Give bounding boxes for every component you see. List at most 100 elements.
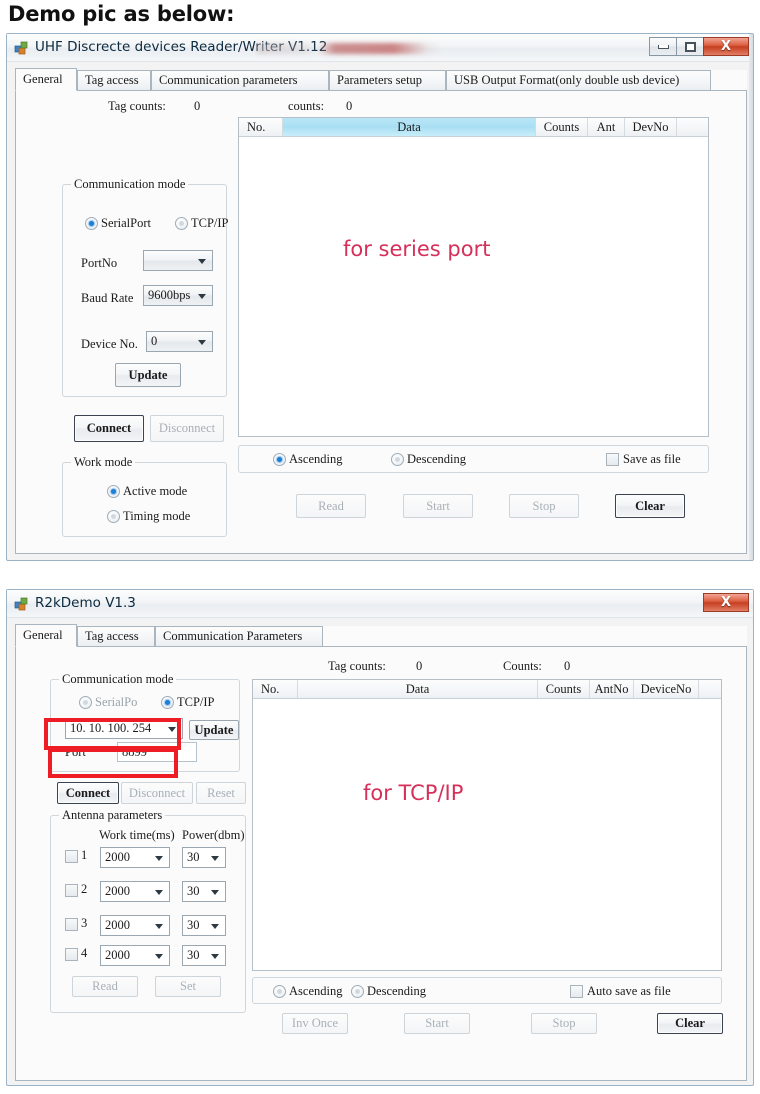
antenna-2-power-combobox[interactable]: 30 bbox=[182, 881, 226, 902]
stop-button-label: Stop bbox=[532, 498, 556, 513]
connect-button[interactable]: Connect bbox=[57, 782, 119, 804]
deviceno-combobox[interactable]: 0 bbox=[146, 331, 213, 352]
window2-client: General Tag access Communication Paramet… bbox=[15, 624, 747, 1081]
radio-descending[interactable] bbox=[391, 453, 404, 466]
checkbox-antenna-3[interactable] bbox=[65, 918, 78, 931]
reset-button-label: Reset bbox=[207, 785, 235, 800]
communication-mode-legend: Communication mode bbox=[59, 672, 177, 687]
baudrate-combobox[interactable]: 9600bps bbox=[143, 285, 213, 306]
app-icon bbox=[14, 596, 30, 612]
tag-data-grid[interactable]: No. Data Counts Ant DevNo for series por… bbox=[238, 117, 709, 437]
antenna-4-power-value: 30 bbox=[187, 948, 200, 962]
tab-parameters-setup[interactable]: Parameters setup bbox=[329, 70, 446, 91]
antenna-3-worktime-combobox[interactable]: 2000 bbox=[100, 915, 170, 936]
radio-timing-mode[interactable] bbox=[107, 510, 120, 523]
tab-communication-parameters[interactable]: Communication Parameters bbox=[155, 626, 323, 647]
close-icon: X bbox=[720, 595, 732, 610]
checkbox-antenna-4[interactable] bbox=[65, 948, 78, 961]
grid-watermark: for series port bbox=[343, 237, 491, 261]
checkbox-auto-save-as-file[interactable] bbox=[570, 985, 583, 998]
checkbox-save-as-file[interactable] bbox=[606, 453, 619, 466]
app-icon bbox=[14, 40, 30, 56]
tab-usb-output-format[interactable]: USB Output Format(only double usb device… bbox=[446, 70, 711, 91]
antenna-read-button-label: Read bbox=[92, 979, 118, 993]
grid-col-deviceno[interactable]: DeviceNo bbox=[634, 680, 699, 698]
tab-general[interactable]: General bbox=[15, 68, 77, 91]
radio-serialport[interactable] bbox=[85, 217, 98, 230]
grid-col-data[interactable]: Data bbox=[283, 118, 536, 136]
checkbox-antenna-2[interactable] bbox=[65, 884, 78, 897]
titlebar-window1[interactable]: UHF Discrecte devices Reader/Writer V1.1… bbox=[7, 34, 753, 62]
ip-address-combobox[interactable]: 10. 10. 100. 254 bbox=[65, 718, 183, 739]
radio-ascending[interactable] bbox=[273, 985, 286, 998]
reset-button: Reset bbox=[196, 782, 246, 804]
antenna-1-power-combobox[interactable]: 30 bbox=[182, 847, 226, 868]
radio-descending-label: Descending bbox=[367, 984, 427, 998]
radio-active-mode[interactable] bbox=[107, 485, 120, 498]
close-button[interactable]: X bbox=[703, 37, 749, 56]
minimize-button[interactable] bbox=[649, 37, 677, 56]
window1-tab-body: Communication mode SerialPort TCP/IP Por… bbox=[15, 91, 747, 554]
titlebar-window2[interactable]: R2kDemo V1.3 X bbox=[7, 590, 753, 618]
radio-serialport-label: SerialPort bbox=[101, 216, 151, 230]
radio-descending[interactable] bbox=[351, 985, 364, 998]
antenna-1-index: 1 bbox=[81, 848, 88, 862]
port-input[interactable]: 8899 bbox=[117, 742, 197, 762]
window-uhf-reader: UHF Discrecte devices Reader/Writer V1.1… bbox=[6, 33, 754, 561]
antenna-set-button: Set bbox=[155, 976, 221, 997]
tab-tag-access[interactable]: Tag access bbox=[77, 626, 155, 647]
grid-col-data[interactable]: Data bbox=[298, 680, 538, 698]
grid-col-counts[interactable]: Counts bbox=[536, 118, 588, 136]
tag-counts-label: Tag counts: bbox=[328, 659, 386, 673]
clear-button[interactable]: Clear bbox=[615, 494, 685, 518]
maximize-button[interactable] bbox=[676, 37, 704, 56]
maximize-icon bbox=[684, 41, 696, 52]
chevron-down-icon bbox=[155, 923, 163, 929]
grid-col-no[interactable]: No. bbox=[239, 118, 283, 136]
connect-button[interactable]: Connect bbox=[74, 415, 144, 442]
read-button-label: Read bbox=[318, 498, 344, 513]
grid-col-ant[interactable]: Ant bbox=[588, 118, 625, 136]
tab-label: Communication Parameters bbox=[163, 629, 303, 643]
update-button[interactable]: Update bbox=[115, 363, 181, 387]
antenna-4-power-combobox[interactable]: 30 bbox=[182, 945, 226, 966]
radio-ascending[interactable] bbox=[273, 453, 286, 466]
antenna-4-worktime-value: 2000 bbox=[105, 948, 130, 962]
page-title: Demo pic as below: bbox=[8, 2, 235, 26]
communication-mode-group: Communication mode SerialPo TCP/IP 10. 1… bbox=[50, 672, 240, 772]
window1-scrollbar[interactable] bbox=[749, 34, 753, 560]
tab-tag-access[interactable]: Tag access bbox=[77, 70, 151, 91]
tag-data-grid[interactable]: No. Data Counts AntNo DeviceNo for TCP/I… bbox=[252, 679, 722, 971]
radio-descending-label: Descending bbox=[407, 452, 467, 466]
communication-mode-group: Communication mode SerialPort TCP/IP Por… bbox=[62, 177, 229, 397]
grid-col-counts[interactable]: Counts bbox=[538, 680, 590, 698]
tab-general[interactable]: General bbox=[15, 624, 77, 647]
counts-value: 0 bbox=[564, 659, 571, 673]
radio-tcpip[interactable] bbox=[161, 696, 174, 709]
checkbox-antenna-1[interactable] bbox=[65, 850, 78, 863]
counts-label: counts: bbox=[288, 99, 325, 113]
radio-serialport[interactable] bbox=[79, 696, 92, 709]
antenna-3-power-combobox[interactable]: 30 bbox=[182, 915, 226, 936]
portno-combobox[interactable] bbox=[143, 250, 213, 271]
grid-col-antno[interactable]: AntNo bbox=[590, 680, 634, 698]
antenna-1-worktime-combobox[interactable]: 2000 bbox=[100, 847, 170, 868]
radio-tcpip[interactable] bbox=[175, 217, 188, 230]
grid-col-devno[interactable]: DevNo bbox=[625, 118, 677, 136]
window1-client: General Tag access Communication paramet… bbox=[15, 68, 747, 554]
radio-active-mode-label: Active mode bbox=[123, 484, 188, 498]
antenna-parameters-legend: Antenna parameters bbox=[59, 808, 166, 823]
clear-button-label: Clear bbox=[675, 1016, 705, 1030]
antenna-set-button-label: Set bbox=[180, 979, 196, 993]
window-r2kdemo: R2kDemo V1.3 X General Tag access Commun… bbox=[6, 589, 754, 1086]
tab-communication-parameters[interactable]: Communication parameters bbox=[151, 70, 329, 91]
disconnect-button-label: Disconnect bbox=[128, 785, 186, 800]
start-button: Start bbox=[403, 494, 473, 518]
update-button[interactable]: Update bbox=[189, 720, 239, 740]
clear-button[interactable]: Clear bbox=[657, 1013, 723, 1034]
antenna-4-worktime-combobox[interactable]: 2000 bbox=[100, 945, 170, 966]
close-button[interactable]: X bbox=[703, 593, 749, 612]
grid-col-no[interactable]: No. bbox=[253, 680, 298, 698]
chevron-down-icon bbox=[211, 953, 219, 959]
antenna-2-worktime-combobox[interactable]: 2000 bbox=[100, 881, 170, 902]
